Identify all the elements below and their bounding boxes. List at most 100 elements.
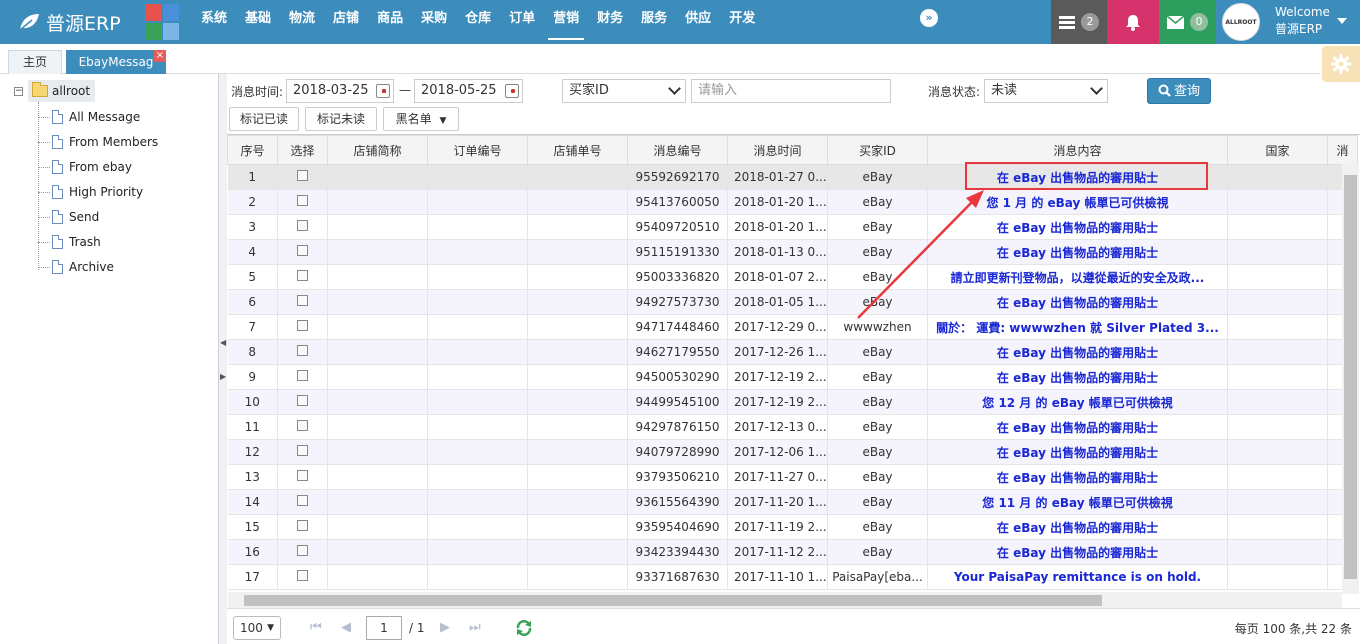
row-checkbox[interactable] — [297, 545, 308, 556]
row-checkbox[interactable] — [297, 470, 308, 481]
calendar-icon[interactable] — [376, 84, 390, 98]
table-row[interactable]: 3 95409720510 2018-01-20 1... eBay 在 eBay 出售… — [227, 214, 1358, 240]
row-checkbox[interactable] — [297, 245, 308, 256]
refresh-icon[interactable] — [515, 620, 533, 636]
message-content-link[interactable]: 在 eBay 出售物品的審用貼士 — [927, 539, 1228, 565]
column-header[interactable]: 序号 — [227, 135, 278, 165]
date-from-field[interactable]: 2018-03-25 — [286, 79, 394, 103]
table-row[interactable]: 10 94499545100 2017-12-19 2... eBay 您 12 月 的… — [227, 389, 1358, 415]
status-select[interactable]: 未读 — [984, 79, 1108, 103]
collapse-left-icon[interactable]: ◀ — [220, 336, 226, 350]
tab-home[interactable]: 主页 — [8, 50, 62, 74]
row-checkbox[interactable] — [297, 520, 308, 531]
message-content-link[interactable]: 關於： 運費: wwwwzhen 就 Silver Plated 3... — [927, 314, 1228, 340]
row-checkbox[interactable] — [297, 570, 308, 581]
nav-item-11[interactable]: 供应 — [676, 0, 720, 44]
close-icon[interactable]: × — [154, 50, 166, 62]
table-row[interactable]: 11 94297876150 2017-12-13 0... eBay 在 eBay 出… — [227, 414, 1358, 440]
column-header[interactable]: 消息内容 — [927, 135, 1228, 165]
nav-item-2[interactable]: 物流 — [280, 0, 324, 44]
mail-button[interactable]: 0 — [1159, 0, 1216, 44]
tree-item[interactable]: From Members — [38, 132, 158, 152]
settings-button[interactable] — [1322, 46, 1360, 82]
calendar-icon[interactable] — [505, 84, 519, 98]
nav-item-12[interactable]: 开发 — [720, 0, 764, 44]
prev-page-icon[interactable]: ◀ — [341, 620, 351, 635]
table-row[interactable]: 14 93615564390 2017-11-20 1... eBay 您 11 月 的… — [227, 489, 1358, 515]
table-row[interactable]: 8 94627179550 2017-12-26 1... eBay 在 eBay 出售… — [227, 339, 1358, 365]
table-row[interactable]: 17 93371687630 2017-11-10 1... PaisaPay[eba… — [227, 564, 1358, 590]
message-content-link[interactable]: 您 11 月 的 eBay 帳單已可供檢視 — [927, 489, 1228, 515]
row-checkbox[interactable] — [297, 370, 308, 381]
message-content-link[interactable]: 您 12 月 的 eBay 帳單已可供檢視 — [927, 389, 1228, 415]
last-page-icon[interactable]: ⏭ — [469, 620, 481, 635]
tree-item[interactable]: Archive — [38, 257, 114, 277]
nav-item-3[interactable]: 店铺 — [324, 0, 368, 44]
table-row[interactable]: 5 95003336820 2018-01-07 2... eBay 請立即更新刊登物品… — [227, 264, 1358, 290]
message-content-link[interactable]: 在 eBay 出售物品的審用貼士 — [927, 464, 1228, 490]
tree-item[interactable]: From ebay — [38, 157, 132, 177]
search-input[interactable]: 请输入 — [691, 79, 891, 103]
vertical-scrollbar[interactable] — [1342, 163, 1359, 594]
nav-item-5[interactable]: 采购 — [412, 0, 456, 44]
app-logo[interactable]: 普源ERP — [18, 8, 121, 36]
message-content-link[interactable]: 在 eBay 出售物品的審用貼士 — [927, 514, 1228, 540]
tree-item[interactable]: Send — [38, 207, 99, 227]
tab-ebay-message[interactable]: EbayMessag × — [66, 50, 166, 74]
column-header[interactable]: 订单编号 — [427, 135, 528, 165]
nav-item-7[interactable]: 订单 — [500, 0, 544, 44]
table-row[interactable]: 6 94927573730 2018-01-05 1... eBay 在 eBay 出售… — [227, 289, 1358, 315]
row-checkbox[interactable] — [297, 295, 308, 306]
message-content-link[interactable]: 請立即更新刊登物品，以遵從最近的安全及政... — [927, 264, 1228, 290]
panel-splitter[interactable]: ◀ ▶ — [219, 74, 227, 644]
tree-item[interactable]: High Priority — [38, 182, 143, 202]
column-header[interactable]: 店铺单号 — [527, 135, 628, 165]
column-header[interactable]: 买家ID — [827, 135, 928, 165]
nav-item-10[interactable]: 服务 — [632, 0, 676, 44]
table-row[interactable]: 7 94717448460 2017-12-29 0... wwwwzhen 關於： 運… — [227, 314, 1358, 340]
scroll-thumb[interactable] — [244, 595, 1102, 606]
message-content-link[interactable]: Your PaisaPay remittance is on hold. — [927, 564, 1228, 590]
message-content-link[interactable]: 在 eBay 出售物品的審用貼士 — [927, 214, 1228, 240]
mark-read-button[interactable]: 标记已读 — [229, 107, 299, 131]
first-page-icon[interactable]: ⏮ — [310, 620, 322, 635]
message-content-link[interactable]: 在 eBay 出售物品的審用貼士 — [927, 414, 1228, 440]
message-content-link[interactable]: 在 eBay 出售物品的審用貼士 — [927, 364, 1228, 390]
blacklist-dropdown[interactable]: 黑名单 ▼ — [383, 107, 459, 131]
row-checkbox[interactable] — [297, 445, 308, 456]
message-content-link[interactable]: 在 eBay 出售物品的審用貼士 — [927, 339, 1228, 365]
table-row[interactable]: 9 94500530290 2017-12-19 2... eBay 在 eBay 出售… — [227, 364, 1358, 390]
row-checkbox[interactable] — [297, 420, 308, 431]
column-header[interactable]: 选择 — [277, 135, 328, 165]
mark-unread-button[interactable]: 标记未读 — [305, 107, 377, 131]
tree-root-allroot[interactable]: allroot — [28, 80, 96, 102]
notification-button[interactable] — [1107, 0, 1159, 44]
message-content-link[interactable]: 在 eBay 出售物品的審用貼士 — [927, 289, 1228, 315]
row-checkbox[interactable] — [297, 395, 308, 406]
page-size-select[interactable]: 100 ▼ — [233, 616, 281, 640]
nav-item-1[interactable]: 基础 — [236, 0, 280, 44]
row-checkbox[interactable] — [297, 495, 308, 506]
message-content-link[interactable]: 在 eBay 出售物品的審用貼士 — [927, 439, 1228, 465]
table-row[interactable]: 4 95115191330 2018-01-13 0... eBay 在 eBay 出售… — [227, 239, 1358, 265]
page-number-input[interactable]: 1 — [366, 616, 402, 640]
column-header[interactable]: 消息时间 — [727, 135, 828, 165]
horizontal-scrollbar[interactable] — [228, 592, 1342, 608]
tree-item[interactable]: Trash — [38, 232, 101, 252]
task-list-button[interactable]: 2 — [1051, 0, 1107, 44]
table-row[interactable]: 15 93595404690 2017-11-19 2... eBay 在 eBay 出… — [227, 514, 1358, 540]
nav-item-0[interactable]: 系统 — [192, 0, 236, 44]
scroll-thumb[interactable] — [1344, 175, 1357, 579]
row-checkbox[interactable] — [297, 195, 308, 206]
row-checkbox[interactable] — [297, 170, 308, 181]
row-checkbox[interactable] — [297, 345, 308, 356]
nav-item-4[interactable]: 商品 — [368, 0, 412, 44]
buyer-field-select[interactable]: 买家ID — [562, 79, 686, 103]
user-menu[interactable]: ALLROOT Welcome 普源ERP — [1216, 0, 1360, 44]
search-button[interactable]: 查询 — [1147, 78, 1211, 104]
next-page-icon[interactable]: ▶ — [440, 620, 450, 635]
table-row[interactable]: 2 95413760050 2018-01-20 1... eBay 您 1 月 的 e… — [227, 189, 1358, 215]
column-header[interactable]: 消 — [1327, 135, 1358, 165]
row-checkbox[interactable] — [297, 220, 308, 231]
column-header[interactable]: 国家 — [1227, 135, 1328, 165]
